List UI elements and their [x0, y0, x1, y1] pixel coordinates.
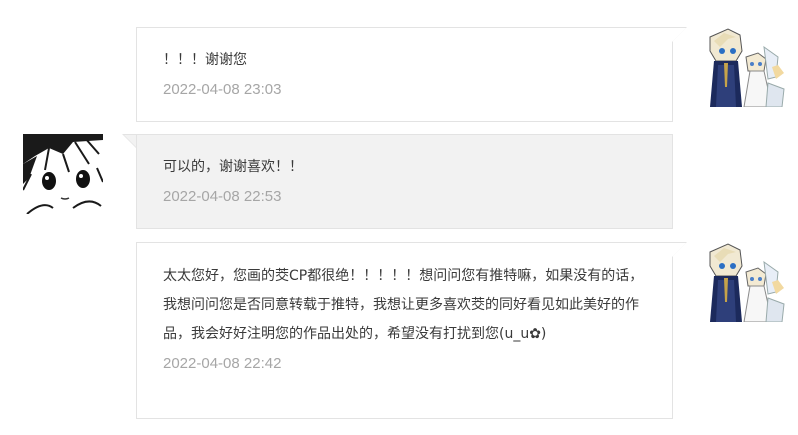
message-text: 太太您好，您画的茭CP都很绝！！！！！想问问您有推特嘛，如果没有的话，我想问问您… [163, 268, 644, 342]
bubble-tail [672, 28, 686, 42]
message-text: ！！！谢谢您 [163, 52, 247, 68]
message-timestamp: 2022-04-08 23:03 [163, 81, 282, 98]
message-bubble-sent: ！！！谢谢您 2022-04-08 23:03 [136, 27, 673, 122]
message-bubble-received: 可以的，谢谢喜欢！！ 2022-04-08 22:53 [136, 134, 673, 229]
contact-avatar[interactable] [23, 134, 103, 214]
message-bubble-sent: 太太您好，您画的茭CP都很绝！！！！！想问问您有推特嘛，如果没有的话，我想问问您… [136, 242, 673, 419]
message-timestamp: 2022-04-08 22:53 [163, 188, 282, 205]
bubble-tail [672, 243, 686, 257]
user-avatar[interactable] [706, 242, 786, 322]
message-timestamp: 2022-04-08 22:42 [163, 355, 282, 372]
message-text: 可以的，谢谢喜欢！！ [163, 159, 303, 175]
user-avatar[interactable] [706, 27, 786, 107]
